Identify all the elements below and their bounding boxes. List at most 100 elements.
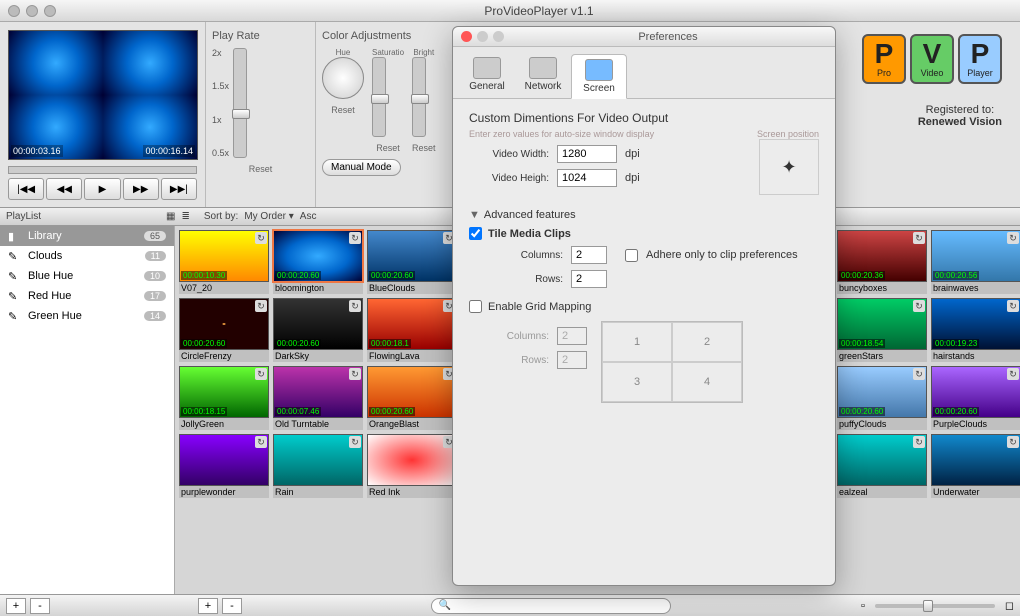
clip-thumb[interactable]: 00:00:20.60↻ <box>179 298 269 350</box>
clip-brainwaves[interactable]: 00:00:20.56↻brainwaves <box>931 230 1020 294</box>
clip-bloomington[interactable]: 00:00:20.60↻bloomington <box>273 230 363 294</box>
sort-dropdown[interactable]: My Order ▾ <box>244 211 293 222</box>
prev-button[interactable]: |◀◀ <box>8 178 44 200</box>
loop-icon[interactable]: ↻ <box>1007 436 1019 448</box>
tile-rows-input[interactable] <box>571 270 607 288</box>
tab-screen[interactable]: Screen <box>571 54 627 99</box>
clip-Rain[interactable]: ↻Rain <box>273 434 363 498</box>
clip-thumb[interactable]: ↻ <box>367 434 457 486</box>
loop-icon[interactable]: ↻ <box>349 368 361 380</box>
clip-Old Turntable[interactable]: 00:00:07.46↻Old Turntable <box>273 366 363 430</box>
quad-4[interactable]: 4 <box>672 362 742 402</box>
tab-network[interactable]: Network <box>515 53 571 98</box>
clip-hairstands[interactable]: 00:00:19.23↻hairstands <box>931 298 1020 362</box>
add-clip-button[interactable]: + <box>198 598 218 614</box>
hue-dial[interactable] <box>322 57 364 99</box>
rewind-button[interactable]: ◀◀ <box>46 178 82 200</box>
hue-reset[interactable]: Reset <box>322 105 364 115</box>
sidebar-item-library[interactable]: ▮Library65 <box>0 226 174 246</box>
clip-Red Ink[interactable]: ↻Red Ink <box>367 434 457 498</box>
loop-icon[interactable]: ↻ <box>349 232 361 244</box>
loop-icon[interactable]: ↻ <box>1007 368 1019 380</box>
gridmap-checkbox[interactable] <box>469 300 482 313</box>
clip-thumb[interactable]: 00:00:18.1↻ <box>367 298 457 350</box>
zoom-slider[interactable] <box>875 604 995 608</box>
quad-3[interactable]: 3 <box>602 362 672 402</box>
remove-playlist-button[interactable]: - <box>30 598 50 614</box>
search-input[interactable]: 🔍 <box>431 598 671 614</box>
clip-JollyGreen[interactable]: 00:00:18.15↻JollyGreen <box>179 366 269 430</box>
clip-OrangeBlast[interactable]: 00:00:20.60↻OrangeBlast <box>367 366 457 430</box>
bri-slider[interactable] <box>412 57 426 137</box>
loop-icon[interactable]: ↻ <box>913 436 925 448</box>
clip-buncyboxes[interactable]: 00:00:20.36↻buncyboxes <box>837 230 927 294</box>
clip-thumb[interactable]: 00:00:20.60↻ <box>367 230 457 282</box>
scrub-bar[interactable] <box>8 166 197 174</box>
tile-checkbox[interactable] <box>469 227 482 240</box>
close-icon[interactable] <box>8 5 20 17</box>
clip-puffyClouds[interactable]: 00:00:20.60↻puffyClouds <box>837 366 927 430</box>
loop-icon[interactable]: ↻ <box>255 232 267 244</box>
loop-icon[interactable]: ↻ <box>255 436 267 448</box>
loop-icon[interactable]: ↻ <box>913 300 925 312</box>
adhere-checkbox[interactable] <box>625 249 638 262</box>
playrate-reset[interactable]: Reset <box>212 164 309 174</box>
clip-thumb[interactable]: 00:00:20.60↻ <box>931 366 1020 418</box>
sidebar-item-red-hue[interactable]: ✎Red Hue17 <box>0 286 174 306</box>
add-playlist-button[interactable]: + <box>6 598 26 614</box>
playrate-slider[interactable] <box>233 48 247 158</box>
clip-thumb[interactable]: 00:00:20.60↻ <box>837 366 927 418</box>
clip-thumb[interactable]: 00:00:20.36↻ <box>837 230 927 282</box>
view-list-icon[interactable]: ≣ <box>181 211 189 222</box>
clip-thumb[interactable]: 00:00:20.60↻ <box>273 230 363 282</box>
clip-BlueClouds[interactable]: 00:00:20.60↻BlueClouds <box>367 230 457 294</box>
play-button[interactable]: ▶ <box>84 178 120 200</box>
preview-video[interactable]: 00:00:03.16 00:00:16.14 <box>8 30 198 160</box>
sat-reset[interactable]: Reset <box>372 143 404 153</box>
clip-thumb[interactable]: ↻ <box>179 434 269 486</box>
tab-general[interactable]: General <box>459 53 515 98</box>
loop-icon[interactable]: ↻ <box>349 300 361 312</box>
clip-thumb[interactable]: 00:00:19.23↻ <box>931 298 1020 350</box>
clip-thumb[interactable]: 00:00:20.56↻ <box>931 230 1020 282</box>
clip-purplewonder[interactable]: ↻purplewonder <box>179 434 269 498</box>
height-input[interactable] <box>557 169 617 187</box>
clip-thumb[interactable]: ↻ <box>273 434 363 486</box>
clip-greenStars[interactable]: 00:00:18.54↻greenStars <box>837 298 927 362</box>
sidebar-item-green-hue[interactable]: ✎Green Hue14 <box>0 306 174 326</box>
prefs-close-icon[interactable] <box>461 31 472 42</box>
screen-position-picker[interactable]: ✦ <box>759 139 819 195</box>
width-input[interactable] <box>557 145 617 163</box>
loop-icon[interactable]: ↻ <box>913 232 925 244</box>
clip-ealzeal[interactable]: ↻ealzeal <box>837 434 927 498</box>
manual-mode-button[interactable]: Manual Mode <box>322 159 401 176</box>
clip-thumb[interactable]: ↻ <box>931 434 1020 486</box>
clip-thumb[interactable]: 00:00:18.54↻ <box>837 298 927 350</box>
quad-2[interactable]: 2 <box>672 322 742 362</box>
view-grid-icon[interactable]: ▦ <box>166 211 175 222</box>
next-button[interactable]: ▶▶| <box>161 178 197 200</box>
bri-reset[interactable]: Reset <box>412 143 436 153</box>
loop-icon[interactable]: ↻ <box>913 368 925 380</box>
forward-button[interactable]: ▶▶ <box>123 178 159 200</box>
loop-icon[interactable]: ↻ <box>349 436 361 448</box>
clip-FlowingLava[interactable]: 00:00:18.1↻FlowingLava <box>367 298 457 362</box>
grid-map-preview[interactable]: 1 2 3 4 <box>601 321 743 403</box>
sidebar-item-clouds[interactable]: ✎Clouds11 <box>0 246 174 266</box>
clip-Underwater[interactable]: ↻Underwater <box>931 434 1020 498</box>
sat-slider[interactable] <box>372 57 386 137</box>
remove-clip-button[interactable]: - <box>222 598 242 614</box>
clip-PurpleClouds[interactable]: 00:00:20.60↻PurpleClouds <box>931 366 1020 430</box>
sidebar-item-blue-hue[interactable]: ✎Blue Hue10 <box>0 266 174 286</box>
clip-thumb[interactable]: 00:00:20.60↻ <box>367 366 457 418</box>
loop-icon[interactable]: ↻ <box>255 300 267 312</box>
clip-thumb[interactable]: 00:00:10.30↻ <box>179 230 269 282</box>
clip-DarkSky[interactable]: 00:00:20.60↻DarkSky <box>273 298 363 362</box>
advanced-disclosure[interactable]: ▼Advanced features <box>469 209 819 221</box>
quad-1[interactable]: 1 <box>602 322 672 362</box>
prefs-zoom-icon[interactable] <box>493 31 504 42</box>
clip-thumb[interactable]: ↻ <box>837 434 927 486</box>
loop-icon[interactable]: ↻ <box>1007 232 1019 244</box>
clip-V07_20[interactable]: 00:00:10.30↻V07_20 <box>179 230 269 294</box>
tile-cols-input[interactable] <box>571 246 607 264</box>
